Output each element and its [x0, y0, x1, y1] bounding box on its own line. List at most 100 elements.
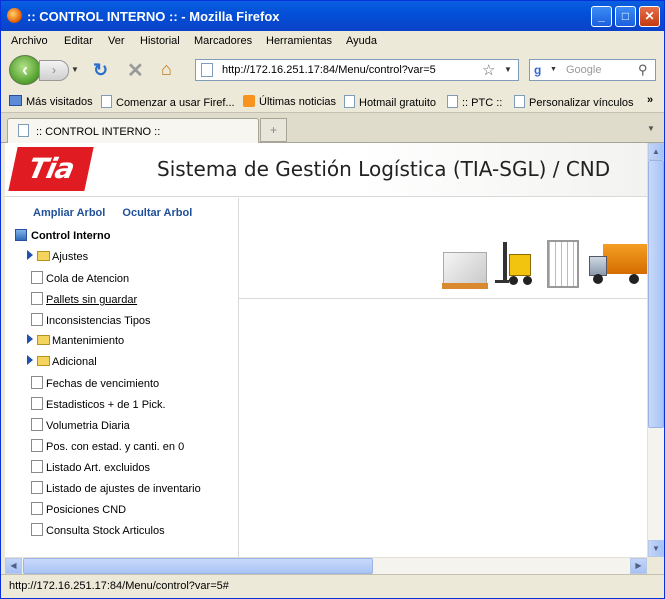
tree-item-listado-art-excluidos[interactable]: Listado Art. excluidos	[27, 460, 150, 474]
hide-tree-link[interactable]: Ocultar Arbol	[122, 207, 192, 219]
bookmark-ultimas-noticias[interactable]: Últimas noticias	[243, 95, 336, 108]
tab-control-interno[interactable]: :: CONTROL INTERNO ::	[7, 118, 259, 144]
title-bar: :: CONTROL INTERNO :: - Mozilla Firefox …	[1, 1, 664, 31]
minimize-button[interactable]: _	[591, 6, 612, 27]
scroll-up-icon[interactable]: ▲	[648, 143, 664, 160]
tree-folder-ajustes[interactable]: Ajustes	[27, 250, 88, 263]
page-icon	[514, 95, 525, 108]
search-bar[interactable]: g ▼ Google ⚲	[529, 59, 656, 81]
document-icon	[31, 481, 43, 494]
tab-list-dropdown-icon[interactable]: ▼	[647, 124, 655, 133]
tree-root[interactable]: Control Interno	[15, 229, 110, 242]
truck-icon	[589, 244, 647, 288]
tia-logo: Tia	[8, 147, 94, 191]
vertical-scroll-thumb[interactable]	[648, 160, 664, 428]
search-input[interactable]: Google	[566, 64, 601, 76]
bookmark-comenzar[interactable]: Comenzar a usar Firef...	[101, 95, 235, 109]
divider	[239, 298, 647, 299]
search-icon[interactable]: ⚲	[638, 62, 648, 78]
menu-ayuda[interactable]: Ayuda	[346, 35, 377, 47]
document-icon	[31, 271, 43, 284]
tree-item-fechas-vencimiento[interactable]: Fechas de vencimiento	[27, 376, 159, 390]
bookmark-hotmail[interactable]: Hotmail gratuito	[344, 95, 436, 109]
menu-bar: Archivo Editar Ver Historial Marcadores …	[1, 31, 664, 51]
page-icon	[201, 63, 213, 77]
document-icon	[31, 523, 43, 536]
tree-item-listado-ajustes-inventario[interactable]: Listado de ajustes de inventario	[27, 481, 201, 495]
status-bar: http://172.16.251.17:84/Menu/control?var…	[1, 574, 664, 598]
scroll-left-icon[interactable]: ◀	[5, 558, 22, 574]
tree-folder-adicional[interactable]: Adicional	[27, 355, 97, 368]
scroll-corner	[647, 557, 664, 574]
menu-historial[interactable]: Historial	[140, 35, 180, 47]
vertical-scrollbar[interactable]: ▲ ▼	[647, 143, 664, 557]
search-engine-dropdown-icon[interactable]: ▼	[550, 66, 557, 73]
logistics-icons	[442, 240, 647, 292]
expand-arrow-icon[interactable]	[27, 250, 33, 260]
page-icon	[447, 95, 458, 108]
stop-icon[interactable]: ✕	[127, 58, 144, 83]
tree-item-volumetria-diaria[interactable]: Volumetria Diaria	[27, 418, 130, 432]
menu-herramientas[interactable]: Herramientas	[266, 35, 332, 47]
tree-item-inconsistencias-tipos[interactable]: Inconsistencias Tipos	[27, 313, 151, 327]
tree-item-pallets-sin-guardar[interactable]: Pallets sin guardar	[27, 292, 137, 306]
window-title: :: CONTROL INTERNO :: - Mozilla Firefox	[27, 9, 280, 24]
page-header: Tia Sistema de Gestión Logística (TIA-SG…	[5, 143, 647, 197]
address-bar[interactable]: http://172.16.251.17:84/Menu/control?var…	[195, 59, 519, 81]
tree-item-estadisticos[interactable]: Estadisticos + de 1 Pick.	[27, 397, 166, 411]
bookmark-ptc[interactable]: :: PTC ::	[447, 95, 502, 109]
expand-arrow-icon[interactable]	[27, 355, 33, 365]
menu-marcadores[interactable]: Marcadores	[194, 35, 252, 47]
navigation-toolbar: ‹ › ▼ ↻ ✕ ⌂ http://172.16.251.17:84/Menu…	[1, 51, 664, 89]
horizontal-scroll-thumb[interactable]	[23, 558, 373, 574]
expand-tree-link[interactable]: Ampliar Arbol	[33, 207, 105, 219]
main-frame	[239, 198, 647, 557]
scroll-down-icon[interactable]: ▼	[648, 540, 664, 557]
url-dropdown-icon[interactable]: ▼	[504, 65, 512, 74]
tree-pane: Ampliar Arbol Ocultar Arbol Control Inte…	[5, 198, 239, 557]
status-text: http://172.16.251.17:84/Menu/control?var…	[9, 580, 229, 592]
maximize-button[interactable]: □	[615, 6, 636, 27]
tree-item-cola-atencion[interactable]: Cola de Atencion	[27, 271, 129, 285]
folder-icon	[37, 335, 50, 345]
google-engine-icon[interactable]: g	[534, 63, 548, 77]
firefox-icon	[7, 8, 22, 23]
rss-icon	[243, 95, 255, 107]
menu-ver[interactable]: Ver	[108, 35, 125, 47]
bookmark-personalizar[interactable]: Personalizar vínculos	[514, 95, 634, 109]
browser-window: :: CONTROL INTERNO :: - Mozilla Firefox …	[0, 0, 665, 599]
scroll-right-icon[interactable]: ▶	[630, 558, 647, 574]
computer-icon	[15, 229, 27, 241]
document-icon	[31, 313, 43, 326]
bookmarks-overflow-icon[interactable]: »	[647, 94, 653, 106]
tree-item-posiciones-cnd[interactable]: Posiciones CND	[27, 502, 126, 516]
url-text[interactable]: http://172.16.251.17:84/Menu/control?var…	[222, 64, 436, 76]
document-icon	[31, 460, 43, 473]
menu-archivo[interactable]: Archivo	[11, 35, 48, 47]
expand-arrow-icon[interactable]	[27, 334, 33, 344]
reload-icon[interactable]: ↻	[93, 60, 108, 81]
document-icon	[31, 418, 43, 431]
horizontal-scrollbar[interactable]: ◀ ▶	[5, 557, 647, 574]
bookmarks-toolbar: Más visitados Comenzar a usar Firef... Ú…	[1, 89, 664, 113]
page-icon	[101, 95, 112, 108]
new-tab-button[interactable]: +	[260, 118, 287, 142]
forklift-icon	[495, 242, 535, 288]
tree-item-pos-estad-canti[interactable]: Pos. con estad. y canti. en 0	[27, 439, 184, 453]
pallet-box-icon	[442, 252, 488, 289]
close-button[interactable]: ✕	[639, 6, 660, 27]
home-icon[interactable]: ⌂	[161, 59, 172, 80]
document-icon	[31, 292, 43, 305]
tree-folder-mantenimiento[interactable]: Mantenimiento	[27, 334, 124, 347]
tree-item-consulta-stock[interactable]: Consulta Stock Articulos	[27, 523, 165, 537]
back-button[interactable]: ‹	[9, 55, 41, 85]
tree-actions: Ampliar Arbol Ocultar Arbol	[33, 207, 206, 219]
bookmark-mas-visitados[interactable]: Más visitados	[9, 95, 93, 108]
menu-editar[interactable]: Editar	[64, 35, 93, 47]
folder-icon	[37, 251, 50, 261]
bookmark-star-icon[interactable]: ☆	[482, 61, 495, 79]
history-dropdown-icon[interactable]: ▼	[71, 65, 79, 74]
forward-button[interactable]: ›	[39, 60, 69, 81]
tab-label: :: CONTROL INTERNO ::	[36, 126, 161, 138]
page-title: Sistema de Gestión Logística (TIA-SGL) /…	[157, 157, 611, 181]
